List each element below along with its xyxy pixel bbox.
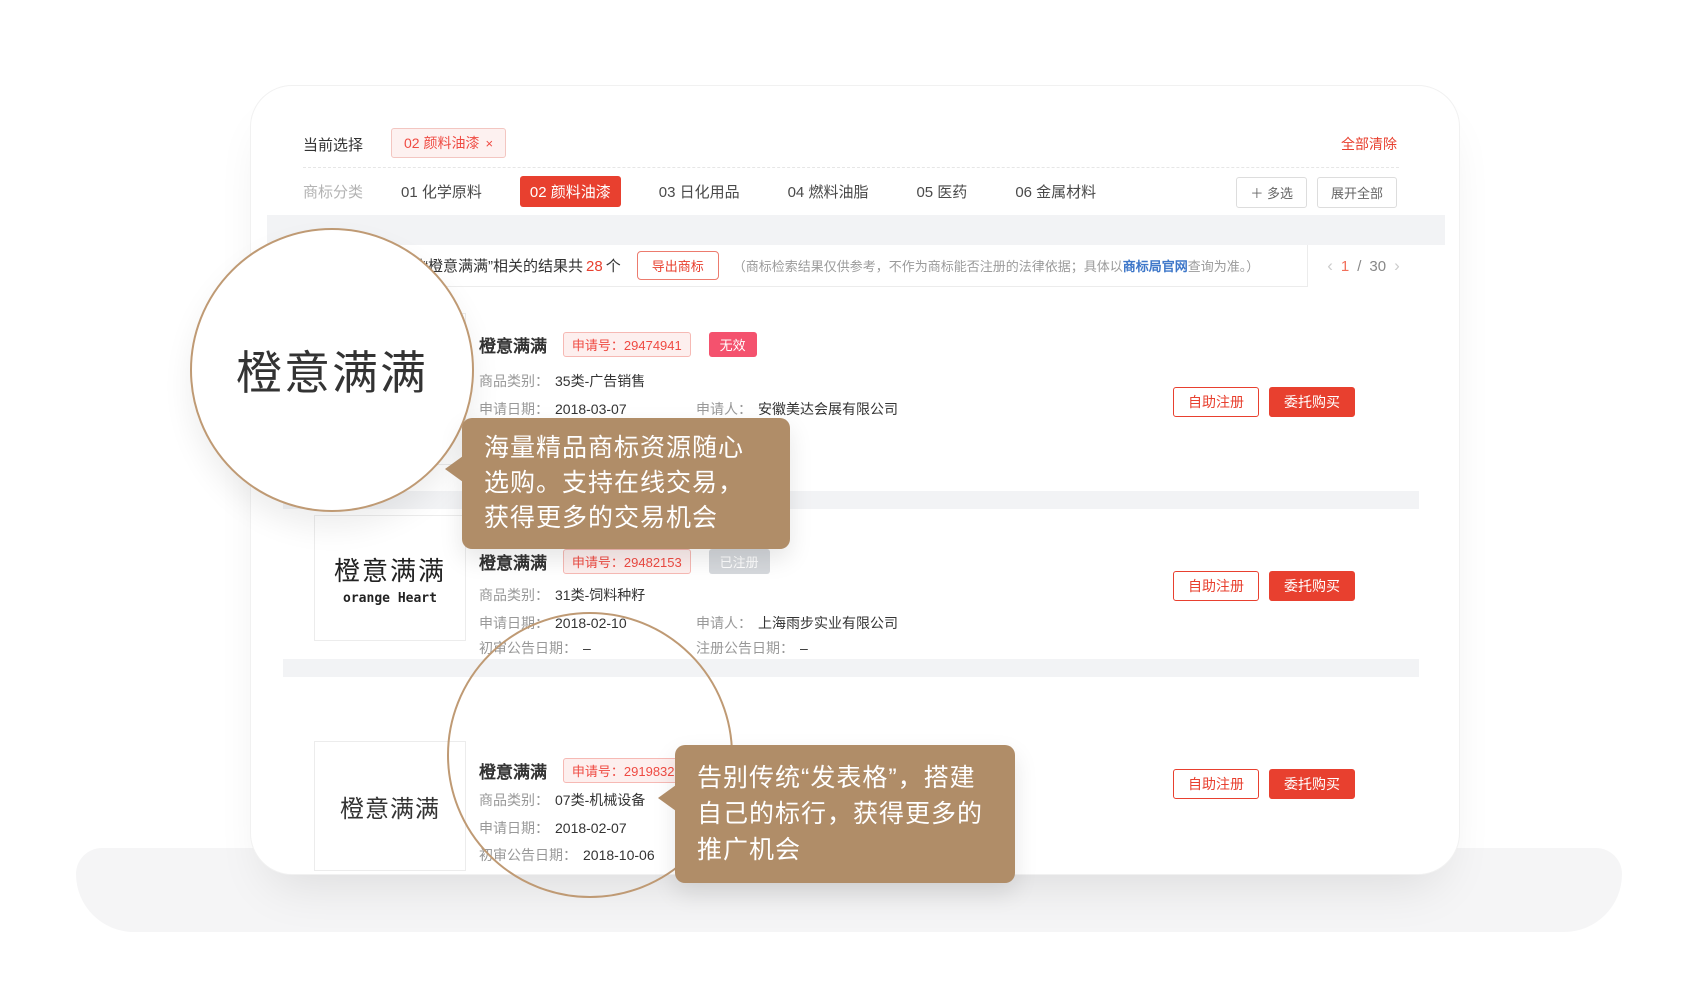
trademark-image-3: 橙意满满 — [314, 741, 466, 871]
tooltip-text: 告别传统“发表格”，搭建自己的标行，获得更多的推广机会 — [697, 764, 983, 864]
expand-all-button[interactable]: 展开全部 — [1317, 177, 1397, 208]
entrust-buy-button[interactable]: 委托购买 — [1269, 387, 1355, 417]
entrust-buy-button[interactable]: 委托购买 — [1269, 571, 1355, 601]
tooltip-arrow-left-icon — [445, 456, 463, 482]
status-badge-registered: 已注册 — [709, 549, 770, 574]
self-register-button[interactable]: 自助注册 — [1173, 769, 1259, 799]
application-number-chip: 申请号：29474941 — [563, 332, 691, 357]
category-tab-01[interactable]: 01 化学原料 — [391, 176, 492, 207]
filter-chip-label: 02 颜料油漆 — [404, 135, 479, 151]
page-separator: / — [1357, 258, 1361, 275]
callout-tooltip-1: 海量精品商标资源随心选购。支持在线交易，获得更多的交易机会 — [462, 418, 790, 549]
trademark-image-2: 橙意满满 orange Heart — [314, 515, 466, 641]
section-gap — [267, 215, 1445, 245]
current-selection-row: 当前选择 02 颜料油漆 × 全部清除 — [283, 119, 1419, 167]
magnifier-lens: 橙意满满 — [190, 228, 474, 512]
row2-category-line: 商品类别：31类-饲料种籽 — [479, 585, 1239, 605]
category-label: 商标分类 — [303, 181, 363, 202]
total-pages: 30 — [1369, 258, 1386, 275]
results-count: 28 — [586, 258, 603, 275]
category-tab-04[interactable]: 04 燃料油脂 — [778, 176, 879, 207]
self-register-button[interactable]: 自助注册 — [1173, 387, 1259, 417]
trademark-image-text: 橙意满满 — [334, 551, 446, 588]
row1-date-line: 申请日期：2018-03-07 申请人：安徽美达会展有限公司 — [479, 399, 1239, 419]
category-row: 商标分类 01 化学原料 02 颜料油漆 03 日化用品 04 燃料油脂 05 … — [283, 168, 1419, 215]
trademark-image-text: 橙意满满 — [340, 789, 440, 824]
current-selection-label: 当前选择 — [303, 134, 363, 155]
pagination: ‹ 1 / 30 › — [1307, 245, 1419, 287]
category-tab-05[interactable]: 05 医药 — [906, 176, 977, 207]
callout-tooltip-2: 告别传统“发表格”，搭建自己的标行，获得更多的推广机会 — [675, 745, 1015, 883]
trademark-name: 橙意满满 — [479, 337, 547, 356]
category-tab-06[interactable]: 06 金属材料 — [1005, 176, 1106, 207]
page: 当前选择 02 颜料油漆 × 全部清除 商标分类 01 化学原料 02 颜料油漆 … — [0, 0, 1696, 1002]
entrust-buy-button[interactable]: 委托购买 — [1269, 769, 1355, 799]
category-tab-03[interactable]: 03 日化用品 — [649, 176, 750, 207]
row1-title-line: 橙意满满 申请号：29474941 无效 — [479, 332, 1239, 357]
row2-title-line: 橙意满满 申请号：29482153 已注册 — [479, 549, 1239, 574]
multi-select-button[interactable]: ＋ 多选 — [1236, 177, 1307, 208]
prev-page-icon[interactable]: ‹ — [1327, 256, 1333, 276]
lens-trademark-text: 橙意满满 — [236, 337, 428, 403]
clear-all-button[interactable]: 全部清除 — [1341, 134, 1397, 154]
self-register-button[interactable]: 自助注册 — [1173, 571, 1259, 601]
tooltip-text: 海量精品商标资源随心选购。支持在线交易，获得更多的交易机会 — [484, 434, 744, 532]
category-tab-02-selected[interactable]: 02 颜料油漆 — [520, 176, 621, 207]
status-badge-invalid: 无效 — [709, 332, 757, 357]
export-trademark-button[interactable]: 导出商标 — [637, 251, 719, 280]
selected-filter-chip[interactable]: 02 颜料油漆 × — [391, 128, 506, 158]
current-page: 1 — [1341, 258, 1349, 275]
chip-close-icon[interactable]: × — [485, 136, 493, 151]
trademark-office-link[interactable]: 商标局官网 — [1123, 259, 1188, 274]
next-page-icon[interactable]: › — [1394, 256, 1400, 276]
filter-panel: 当前选择 02 颜料油漆 × 全部清除 商标分类 01 化学原料 02 颜料油漆 … — [283, 119, 1419, 215]
trademark-image-subtext: orange Heart — [343, 591, 437, 606]
disclaimer-note: （商标检索结果仅供参考，不作为商标能否注册的法律依据；具体以商标局官网查询为准。… — [733, 256, 1260, 275]
trademark-name: 橙意满满 — [479, 554, 547, 573]
tooltip-arrow-left-icon — [658, 785, 676, 811]
application-number-chip: 申请号：29482153 — [563, 549, 691, 574]
results-header: 当前分类下检索到“橙意满满”相关的结果共28个 导出商标 （商标检索结果仅供参考… — [283, 245, 1419, 287]
row1-category-line: 商品类别：35类-广告销售 — [479, 371, 1239, 391]
result-row-2: 橙意满满 orange Heart 橙意满满 申请号：29482153 已注册 … — [283, 509, 1419, 659]
